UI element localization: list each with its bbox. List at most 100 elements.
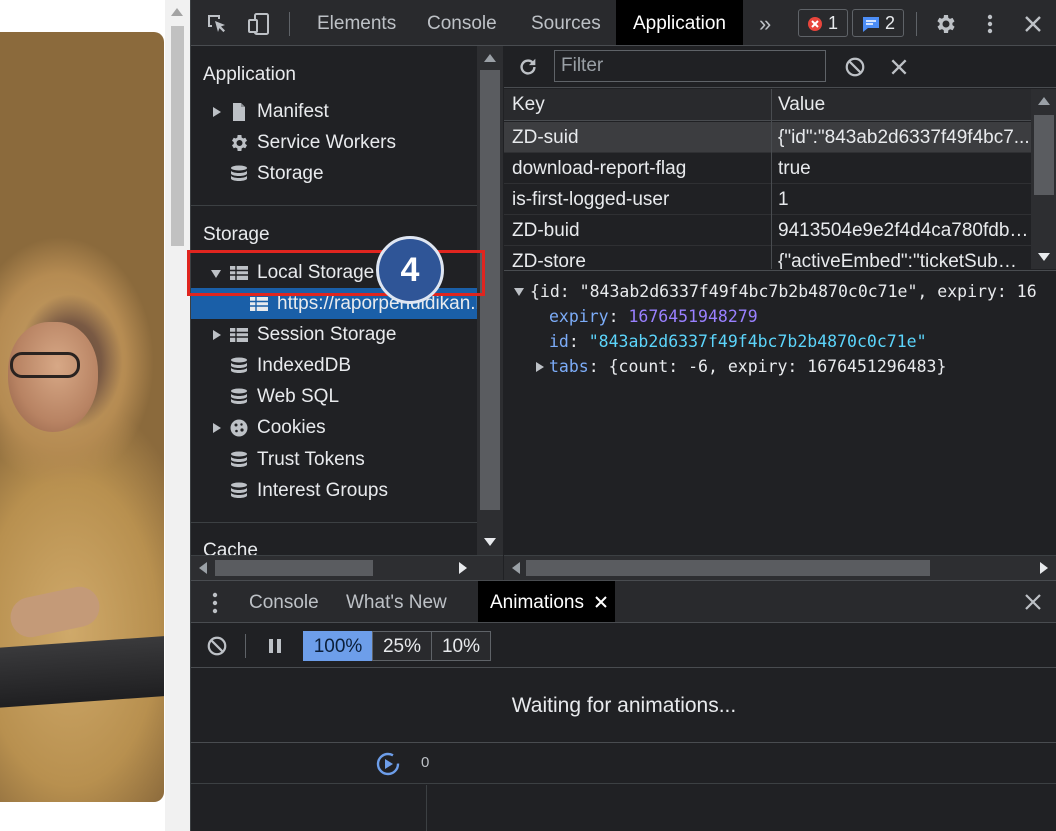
- tab-sources[interactable]: Sources: [531, 0, 601, 45]
- expand-arrow-icon[interactable]: [213, 423, 221, 433]
- speed-100-button[interactable]: 100%: [303, 631, 373, 661]
- waiting-message: Waiting for animations...: [191, 669, 1056, 743]
- scroll-up-arrow-icon[interactable]: [171, 8, 183, 16]
- scroll-right-arrow-icon[interactable]: [459, 562, 467, 574]
- toolbar-separator: [289, 12, 290, 36]
- sidebar-item-web-sql[interactable]: Web SQL: [191, 381, 477, 412]
- preview-tabs[interactable]: tabs: {count: -6, expiry: 1676451296483}: [536, 354, 946, 379]
- sidebar-item-label: Web SQL: [257, 386, 340, 407]
- tab-console[interactable]: Console: [427, 0, 497, 45]
- tab-elements[interactable]: Elements: [317, 0, 396, 45]
- clear-all-icon[interactable]: [844, 56, 866, 78]
- scroll-up-arrow-icon[interactable]: [484, 54, 496, 62]
- storage-table: Key Value ZD-suid {"id":"843ab2d6337f49f…: [504, 89, 1031, 269]
- row-value: {"id":"843ab2d6337f49f4bc7...: [778, 127, 1030, 148]
- preview-horizontal-scrollbar[interactable]: [504, 555, 1056, 580]
- sidebar-item-cookies[interactable]: Cookies: [191, 412, 477, 443]
- expiry-key: expiry: [549, 307, 609, 326]
- storage-panel: Key Value ZD-suid {"id":"843ab2d6337f49f…: [504, 46, 1056, 580]
- sidebar-divider: [191, 205, 477, 206]
- close-drawer-icon[interactable]: [1024, 593, 1042, 611]
- table-grid-icon: [230, 328, 248, 342]
- preview-hscroll-thumb[interactable]: [526, 560, 930, 576]
- devtools-drawer: Console What's New Animations 100% 25% 1…: [191, 580, 1056, 831]
- speed-10-button[interactable]: 10%: [431, 631, 491, 661]
- scroll-down-arrow-icon[interactable]: [1038, 253, 1050, 261]
- table-row[interactable]: ZD-suid {"id":"843ab2d6337f49f4bc7...: [504, 122, 1031, 153]
- column-header-key[interactable]: Key: [512, 89, 545, 121]
- sidebar-item-storage-overview[interactable]: Storage: [191, 158, 477, 189]
- row-value: 9413504e9e2f4d4ca780fdb5...: [778, 220, 1030, 241]
- table-vertical-scrollbar[interactable]: [1031, 89, 1056, 269]
- gear-icon: [232, 135, 247, 151]
- close-tab-icon[interactable]: [595, 596, 607, 608]
- id-key: id: [549, 332, 569, 351]
- sidebar-item-label: Manifest: [257, 101, 329, 122]
- table-row[interactable]: download-report-flag true: [504, 153, 1031, 184]
- messages-badge[interactable]: 2: [852, 9, 904, 37]
- table-scroll-thumb[interactable]: [1034, 115, 1054, 195]
- sidebar-item-indexeddb[interactable]: IndexedDB: [191, 350, 477, 381]
- scroll-down-arrow-icon[interactable]: [484, 538, 496, 546]
- scroll-right-arrow-icon[interactable]: [1040, 562, 1048, 574]
- database-icon: [231, 482, 247, 498]
- delete-selected-icon[interactable]: [889, 57, 909, 77]
- scroll-up-arrow-icon[interactable]: [1038, 97, 1050, 105]
- photo-laptop: [0, 635, 164, 709]
- sidebar-item-interest-groups[interactable]: Interest Groups: [191, 475, 477, 506]
- close-devtools-icon[interactable]: [1021, 12, 1045, 36]
- inspect-element-icon[interactable]: [205, 12, 229, 36]
- pause-icon[interactable]: [267, 638, 283, 654]
- page-scroll-thumb[interactable]: [171, 26, 184, 246]
- tabs-key: tabs: [549, 357, 589, 376]
- column-resizer[interactable]: [771, 89, 772, 269]
- sidebar-item-trust-tokens[interactable]: Trust Tokens: [191, 444, 477, 475]
- column-header-value[interactable]: Value: [778, 89, 825, 121]
- expand-arrow-icon[interactable]: [213, 107, 221, 117]
- replay-timeline-icon[interactable]: [375, 751, 401, 777]
- sidebar-item-service-workers[interactable]: Service Workers: [191, 127, 477, 158]
- table-row[interactable]: ZD-buid 9413504e9e2f4d4ca780fdb5...: [504, 215, 1031, 246]
- cookie-icon: [230, 419, 248, 437]
- scroll-left-arrow-icon[interactable]: [512, 562, 520, 574]
- sidebar-item-label: Storage: [257, 163, 324, 184]
- filter-input[interactable]: [554, 50, 826, 82]
- tab-application[interactable]: Application: [616, 0, 743, 45]
- sidebar-item-session-storage[interactable]: Session Storage: [191, 319, 477, 350]
- sidebar-hscroll-thumb[interactable]: [215, 560, 373, 576]
- more-tabs-icon[interactable]: »: [759, 0, 771, 45]
- table-row[interactable]: is-first-logged-user 1: [504, 184, 1031, 215]
- expand-arrow-icon[interactable]: [536, 362, 544, 372]
- page-scrollbar[interactable]: [165, 0, 190, 831]
- speed-25-button[interactable]: 25%: [372, 631, 432, 661]
- sidebar-item-manifest[interactable]: Manifest: [191, 96, 477, 127]
- drawer-tab-console[interactable]: Console: [249, 581, 319, 622]
- drawer-tab-whats-new[interactable]: What's New: [346, 581, 447, 622]
- table-row[interactable]: ZD-store {"activeEmbed":"ticketSubmi...: [504, 246, 1031, 269]
- settings-gear-icon[interactable]: [933, 12, 957, 36]
- clear-animations-icon[interactable]: [206, 635, 228, 657]
- sidebar-horizontal-scrollbar[interactable]: [191, 555, 503, 580]
- row-key: ZD-suid: [512, 127, 579, 148]
- sidebar-item-label: Service Workers: [257, 132, 397, 153]
- drawer-tab-label: Animations: [490, 592, 584, 613]
- sidebar-vertical-scrollbar[interactable]: [477, 46, 503, 555]
- more-options-icon[interactable]: [978, 12, 1002, 36]
- expand-arrow-icon[interactable]: [213, 330, 221, 340]
- row-value: true: [778, 158, 811, 179]
- scroll-left-arrow-icon[interactable]: [199, 562, 207, 574]
- sidebar-item-label: IndexedDB: [257, 355, 352, 376]
- error-icon: [808, 17, 822, 31]
- preview-summary[interactable]: {id: "843ab2d6337f49f4bc7b2b4870c0c71e",…: [514, 279, 1037, 304]
- preview-expiry: expiry: 1676451948279: [549, 307, 758, 326]
- row-key: is-first-logged-user: [512, 189, 670, 210]
- drawer-menu-icon[interactable]: [211, 591, 219, 615]
- drawer-tab-animations[interactable]: Animations: [478, 581, 615, 622]
- row-value: {"activeEmbed":"ticketSubmi...: [778, 251, 1030, 269]
- devtools-toolbar: Elements Console Sources Application » 1…: [191, 0, 1056, 46]
- refresh-icon[interactable]: [517, 56, 539, 78]
- error-count: 1: [828, 13, 839, 33]
- device-toolbar-icon[interactable]: [247, 12, 271, 36]
- error-badge[interactable]: 1: [798, 9, 848, 37]
- collapse-arrow-icon[interactable]: [514, 288, 524, 296]
